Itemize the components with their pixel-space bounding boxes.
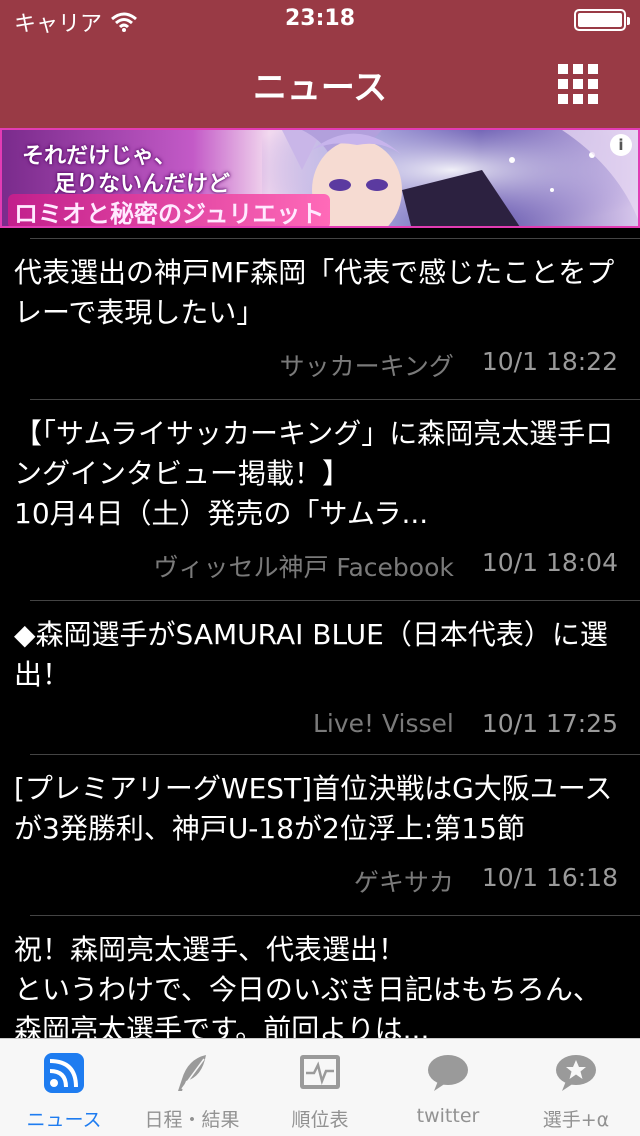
- news-title: 代表選出の神戸MF森岡「代表で感じたことをプレーで表現したい」: [14, 256, 615, 329]
- ad-banner[interactable]: それだけじゃ、 足りないんだけど ロミオと秘密のジュリエット i: [0, 128, 640, 228]
- tab-twitter[interactable]: twitter: [384, 1039, 512, 1136]
- rss-icon: [44, 1053, 84, 1093]
- news-list: 代表選出の神戸MF森岡「代表で感じたことをプレーで表現したい」 サッカーキング …: [0, 238, 640, 1038]
- tab-label: 日程・結果: [144, 1109, 240, 1131]
- ad-text-line3: ロミオと秘密のジュリエット: [8, 194, 331, 226]
- news-item[interactable]: [プレミアリーグWEST]首位決戦はG大阪ユースが3発勝利、神戸U-18が2位浮…: [14, 754, 640, 915]
- news-meta: Live! Vissel 10/1 17:25: [14, 695, 618, 754]
- news-meta: ヴィッセル神戸 Facebook 10/1 18:04: [14, 534, 618, 600]
- tab-standings[interactable]: 順位表: [256, 1039, 384, 1136]
- news-date: 10/1 16:18: [481, 863, 618, 892]
- news-title: ◆森岡選手がSAMURAI BLUE（日本代表）に選出！: [14, 618, 608, 691]
- grid-icon[interactable]: [558, 64, 598, 104]
- battery-icon: [574, 9, 630, 31]
- tab-label: twitter: [416, 1105, 480, 1127]
- news-source: ヴィッセル神戸 Facebook: [153, 553, 454, 582]
- tab-label: ニュース: [26, 1109, 102, 1131]
- news-date: 10/1 17:25: [481, 709, 618, 738]
- feather-icon: [178, 1055, 206, 1091]
- news-source: ゲキサカ: [353, 868, 454, 897]
- star-bubble-icon: [556, 1055, 596, 1091]
- status-time: 23:18: [284, 6, 356, 31]
- tab-schedule[interactable]: 日程・結果: [128, 1039, 256, 1136]
- chart-monitor-icon: [300, 1055, 340, 1089]
- page-title: ニュース: [252, 68, 388, 108]
- news-date: 10/1 18:22: [481, 347, 618, 376]
- news-meta: サッカーキング 10/1 18:22: [14, 333, 618, 399]
- news-item[interactable]: 【「サムライサッカーキング」に森岡亮太選手ロングインタビュー掲載！】 10月4日…: [14, 399, 640, 600]
- news-item[interactable]: ◆森岡選手がSAMURAI BLUE（日本代表）に選出！ Live! Visse…: [14, 600, 640, 754]
- news-item[interactable]: 代表選出の神戸MF森岡「代表で感じたことをプレーで表現したい」 サッカーキング …: [14, 238, 640, 399]
- news-title: 【「サムライサッカーキング」に森岡亮太選手ロングインタビュー掲載！】 10月4日…: [14, 417, 614, 530]
- navigation-bar: キャリア 23:18 ニュース: [0, 0, 640, 128]
- tab-news[interactable]: ニュース: [0, 1039, 128, 1136]
- tab-bar: ニュース 日程・結果 順位表 twitter 選手+α: [0, 1038, 640, 1136]
- status-bar: キャリア 23:18: [0, 0, 640, 40]
- tab-label: 選手+α: [542, 1109, 610, 1131]
- ad-info-icon[interactable]: i: [610, 134, 632, 156]
- news-source: Live! Vissel: [312, 709, 454, 738]
- tab-players[interactable]: 選手+α: [512, 1039, 640, 1136]
- tab-label: 順位表: [291, 1109, 349, 1131]
- news-source: サッカーキング: [279, 352, 454, 381]
- news-meta: ゲキサカ 10/1 16:18: [14, 849, 618, 915]
- news-date: 10/1 18:04: [481, 548, 618, 577]
- news-title: 祝！森岡亮太選手、代表選出！ というわけで、今日のいぶき日記はもちろん、森岡亮太…: [14, 933, 601, 1038]
- speech-bubble-icon: [428, 1055, 468, 1091]
- news-title: [プレミアリーグWEST]首位決戦はG大阪ユースが3発勝利、神戸U-18が2位浮…: [14, 772, 613, 845]
- news-item[interactable]: 祝！森岡亮太選手、代表選出！ というわけで、今日のいぶき日記はもちろん、森岡亮太…: [14, 915, 640, 1038]
